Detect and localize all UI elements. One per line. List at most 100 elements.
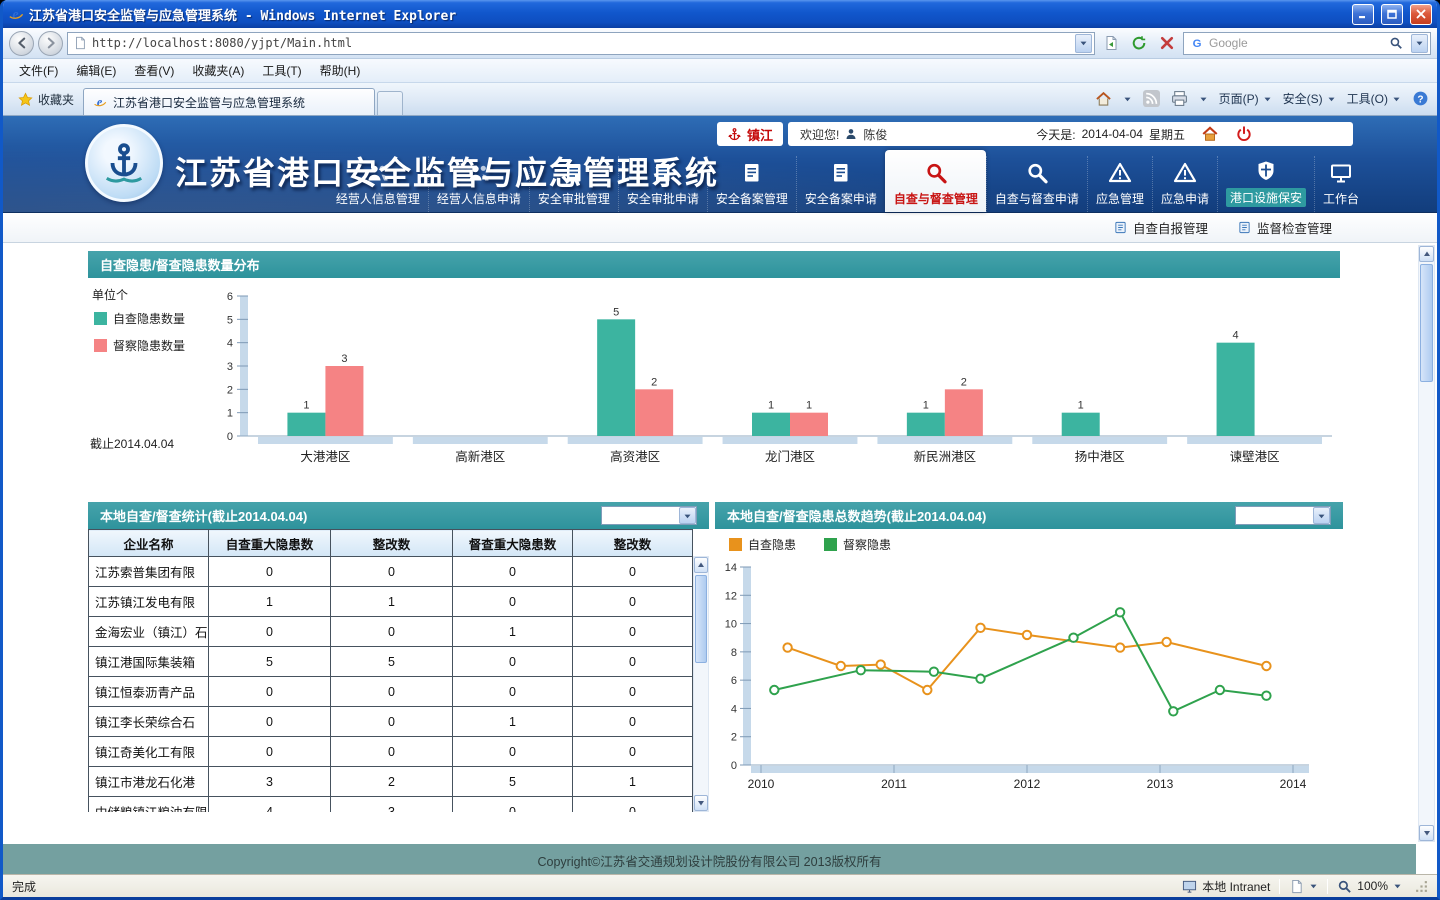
svg-text:6: 6	[731, 675, 737, 687]
nav-safety-approval-apply[interactable]: 安全审批申请	[618, 156, 707, 212]
menu-help[interactable]: 帮助(H)	[312, 59, 369, 82]
page-scrollbar[interactable]	[1418, 245, 1435, 842]
star-icon	[18, 92, 33, 107]
nav-emergency-mgmt[interactable]: 应急管理	[1087, 156, 1152, 212]
minimize-button[interactable]	[1352, 4, 1374, 25]
back-button[interactable]	[9, 31, 34, 56]
scroll-thumb[interactable]	[695, 575, 707, 663]
select-arrow[interactable]	[1313, 507, 1330, 524]
column-header: 企业名称	[89, 530, 209, 557]
nav-safety-filing-apply[interactable]: 安全备案申请	[796, 156, 885, 212]
trend-filter-select[interactable]	[1235, 506, 1331, 525]
address-field[interactable]: http://localhost:8080/yjpt/Main.html	[67, 32, 1095, 55]
protected-mode-button[interactable]	[1289, 879, 1318, 894]
svg-text:4: 4	[1233, 330, 1239, 342]
value-cell: 0	[573, 797, 693, 813]
statistics-filter-select[interactable]	[601, 506, 697, 525]
home-shortcut-icon[interactable]	[1201, 125, 1219, 143]
scroll-down-button[interactable]	[1419, 825, 1434, 841]
bar-chart: 0123456大港港区13高新港区高资港区52龙门港区11新民洲港区12扬中港区…	[206, 280, 1336, 486]
toolbar-page-menu[interactable]: 页面(P)	[1219, 90, 1272, 107]
tab-title: 江苏省港口安全监管与应急管理系统	[113, 94, 365, 111]
subnav-inspection-mgmt[interactable]: 监督检查管理	[1238, 218, 1332, 237]
region-chip: 镇江	[717, 122, 783, 146]
menu-favorites[interactable]: 收藏夹(A)	[184, 59, 252, 82]
value-cell: 1	[453, 617, 573, 647]
compatibility-view-button[interactable]	[1099, 31, 1123, 55]
toolbar-tools-menu[interactable]: 工具(O)	[1347, 90, 1401, 107]
new-tab-button[interactable]	[377, 91, 403, 115]
nav-operator-info-mgmt[interactable]: 经营人信息管理	[328, 156, 428, 212]
nav-self-check-supervision-apply[interactable]: 自查与督查申请	[986, 156, 1087, 212]
address-url: http://localhost:8080/yjpt/Main.html	[92, 36, 1070, 50]
close-button[interactable]	[1410, 4, 1432, 25]
chevron-down-icon	[1392, 95, 1401, 103]
select-arrow[interactable]	[679, 507, 696, 524]
doc-icon	[829, 161, 853, 185]
svg-text:高新港区: 高新港区	[455, 449, 505, 464]
scroll-up-button[interactable]	[694, 557, 708, 573]
table-row: 镇江港国际集装箱 5500	[89, 647, 693, 677]
resize-grip[interactable]	[1415, 880, 1428, 893]
users-icon	[366, 161, 390, 185]
search-options-dropdown[interactable]	[1411, 34, 1428, 53]
print-icon[interactable]	[1171, 90, 1188, 107]
table-scrollbar[interactable]	[693, 556, 709, 812]
help-icon[interactable]: ?	[1412, 90, 1429, 107]
svg-text:3: 3	[227, 361, 233, 373]
forward-button[interactable]	[38, 31, 63, 56]
nav-workbench[interactable]: 工作台	[1314, 156, 1367, 212]
nav-safety-filing-mgmt[interactable]: 安全备案管理	[707, 156, 796, 212]
nav-port-facility-security[interactable]: 港口设施保安	[1217, 156, 1314, 212]
search-input[interactable]: Google	[1209, 36, 1381, 50]
zoom-control[interactable]: 100%	[1337, 879, 1402, 894]
menu-view[interactable]: 查看(V)	[126, 59, 182, 82]
chevron-down-icon[interactable]	[1123, 95, 1132, 103]
value-cell: 0	[331, 677, 453, 707]
value-cell: 0	[573, 617, 693, 647]
value-cell: 1	[573, 767, 693, 797]
menu-file[interactable]: 文件(F)	[11, 59, 66, 82]
refresh-icon	[1131, 35, 1147, 51]
nav-operator-info-apply[interactable]: 经营人信息申请	[428, 156, 529, 212]
scroll-thumb[interactable]	[1420, 264, 1433, 382]
menu-edit[interactable]: 编辑(E)	[68, 59, 124, 82]
scroll-track[interactable]	[694, 573, 708, 795]
zoom-level: 100%	[1357, 879, 1388, 893]
favorites-button[interactable]: 收藏夹	[9, 86, 83, 115]
panel-title: 本地自查/督查隐患总数趋势(截止2014.04.04)	[727, 506, 986, 525]
scroll-track[interactable]	[1419, 262, 1434, 825]
browser-tab[interactable]: e 江苏省港口安全监管与应急管理系统	[83, 88, 375, 115]
site-header: 江苏省港口安全监管与应急管理系统 镇江 欢迎您! 陈俊 今天是: 2014-04…	[3, 116, 1437, 213]
maximize-button[interactable]	[1381, 4, 1403, 25]
subnav-self-report-mgmt[interactable]: 自查自报管理	[1114, 218, 1208, 237]
menu-bar: 文件(F)编辑(E)查看(V)收藏夹(A)工具(T)帮助(H)	[3, 59, 1437, 83]
table-row: 金海宏业（镇江）石 0010	[89, 617, 693, 647]
search-box[interactable]: G Google	[1183, 32, 1431, 55]
asof-label: 截止2014.04.04	[90, 435, 174, 452]
scroll-up-button[interactable]	[1419, 246, 1434, 262]
legend-item: 督察隐患	[824, 536, 891, 553]
chevron-down-icon[interactable]	[1199, 95, 1208, 103]
address-history-dropdown[interactable]	[1075, 34, 1092, 53]
nav-emergency-apply[interactable]: 应急申请	[1152, 156, 1217, 212]
menu-tools[interactable]: 工具(T)	[254, 59, 309, 82]
svg-text:2: 2	[961, 376, 967, 388]
search-button[interactable]	[1386, 34, 1406, 53]
refresh-button[interactable]	[1127, 31, 1151, 55]
logout-icon[interactable]	[1235, 125, 1253, 143]
rss-icon[interactable]	[1143, 90, 1160, 107]
nav-safety-approval-mgmt[interactable]: 安全审批管理	[529, 156, 618, 212]
chevron-down-icon	[683, 512, 692, 520]
legend-swatch	[94, 312, 107, 325]
value-cell: 0	[453, 647, 573, 677]
value-cell: 1	[453, 707, 573, 737]
table-row: 镇江市港龙石化港 3251	[89, 767, 693, 797]
chevron-down-icon	[1263, 95, 1272, 103]
home-icon[interactable]	[1095, 90, 1112, 107]
stop-button[interactable]	[1155, 31, 1179, 55]
scroll-down-button[interactable]	[694, 795, 708, 811]
svg-text:14: 14	[725, 562, 737, 574]
nav-self-check-supervision-mgmt[interactable]: 自查与督查管理	[885, 150, 986, 212]
toolbar-safety-menu[interactable]: 安全(S)	[1283, 90, 1336, 107]
